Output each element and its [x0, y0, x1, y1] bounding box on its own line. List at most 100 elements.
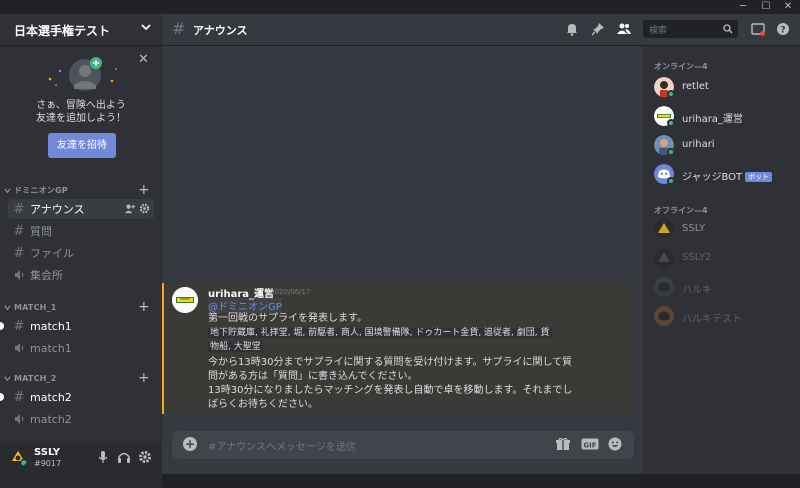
channel-label: アナウンス	[30, 203, 85, 216]
channel-label: 質問	[30, 225, 52, 238]
speaker-icon	[15, 270, 24, 280]
channel-announcements[interactable]: # アナウンス	[8, 199, 154, 219]
invite-line-1: さぁ、冒険へ出よう	[36, 100, 126, 111]
member-item[interactable]: ハルキ	[654, 275, 794, 299]
member-name: urihari	[682, 139, 715, 150]
member-list-icon[interactable]	[617, 22, 631, 36]
member-name-text: ジャッジBOT	[682, 172, 743, 183]
chevron-down-icon	[4, 187, 11, 193]
online-status-icon	[667, 119, 675, 127]
inline-code-block: 地下貯蔵庫, 礼拝堂, 堀, 前駆者, 商人, 国境警備隊, ドゥカート金貨, …	[208, 326, 616, 354]
member-item[interactable]: SSLY2	[654, 246, 794, 270]
voice-channel-meeting[interactable]: 集会所	[8, 265, 154, 285]
text-channel-icon: #	[13, 223, 25, 239]
channel-match1[interactable]: # match1	[0, 316, 154, 336]
speaker-icon	[15, 343, 24, 353]
category-match-1[interactable]: MATCH_1	[4, 300, 57, 314]
invite-text: さぁ、冒険へ出よう 友達を追加しよう！	[0, 99, 162, 125]
bell-icon[interactable]	[565, 22, 579, 36]
category-dominion-gp[interactable]: ドミニオンGP	[4, 183, 68, 197]
message-text: 問がある方は「質問」に書き込んでください。	[208, 371, 418, 382]
member-item[interactable]: SSLY	[654, 217, 794, 241]
voice-channel-match2[interactable]: match2	[8, 409, 154, 429]
composer-placeholder: #アナウンスへメッセージを送信	[208, 442, 356, 453]
avatar[interactable]	[172, 287, 198, 313]
close-window-button[interactable]: ✕	[777, 0, 799, 14]
message-text: 今から13時30分までサプライに関する質問を受け付けます。サプライに関して質	[208, 357, 573, 368]
pin-icon[interactable]	[591, 22, 605, 36]
svg-text:GIF: GIF	[583, 442, 596, 450]
add-channel-icon[interactable]: +	[138, 300, 150, 314]
channel-label: 集会所	[30, 269, 63, 282]
speaker-icon	[15, 414, 24, 424]
offline-header: オフライン—4	[654, 206, 708, 215]
svg-text:?: ?	[780, 26, 785, 36]
inbox-icon[interactable]	[751, 22, 765, 36]
online-status-icon	[667, 148, 675, 156]
chevron-down-icon	[141, 24, 151, 31]
avatar	[654, 248, 674, 268]
channel-label: match2	[30, 412, 72, 426]
channel-questions[interactable]: # 質問	[8, 221, 154, 241]
channel-label: ファイル	[30, 247, 74, 260]
invite-friends-button[interactable]: 友達を招待	[48, 133, 116, 158]
member-item[interactable]: ハルキテスト	[654, 304, 794, 328]
mention[interactable]: @ドミニオンGP	[208, 298, 282, 313]
avatar	[654, 219, 674, 239]
maximize-button[interactable]: ☐	[755, 0, 777, 14]
minimize-button[interactable]: ─	[732, 0, 754, 14]
member-item[interactable]: urihari	[654, 133, 794, 157]
voice-channel-match1[interactable]: match1	[8, 338, 154, 358]
member-name: SSLY2	[682, 252, 712, 263]
message-text: 第一回戦のサプライを発表します。	[208, 313, 367, 324]
emoji-icon[interactable]	[608, 437, 622, 451]
discord-default-avatar-icon	[654, 306, 674, 326]
text-channel-icon: #	[13, 245, 25, 261]
chevron-down-icon	[4, 375, 11, 381]
gif-icon[interactable]: GIF	[581, 437, 599, 451]
upload-plus-icon[interactable]: +	[183, 437, 197, 451]
help-icon[interactable]: ?	[776, 22, 790, 36]
online-status-icon	[667, 90, 675, 98]
add-channel-icon[interactable]: +	[138, 371, 150, 385]
category-label: MATCH_1	[14, 302, 57, 312]
search-input[interactable]: 検索	[643, 20, 738, 38]
channel-match2[interactable]: # match2	[0, 387, 154, 407]
message-timestamp: 2020/06/17	[270, 288, 311, 296]
server-header[interactable]: 日本選手権テスト	[0, 14, 162, 46]
microphone-icon[interactable]	[96, 450, 110, 464]
channel-title: アナウンス	[193, 24, 248, 37]
search-icon	[723, 24, 733, 34]
unread-indicator	[0, 322, 4, 330]
online-header: オンライン—4	[654, 62, 708, 71]
gear-icon[interactable]	[138, 450, 152, 464]
member-name: ハルキ	[682, 285, 712, 296]
close-icon[interactable]: ✕	[138, 52, 149, 67]
avatar[interactable]	[8, 447, 28, 467]
gift-icon[interactable]	[556, 437, 570, 451]
channel-files[interactable]: # ファイル	[8, 243, 154, 263]
add-channel-icon[interactable]: +	[138, 183, 150, 197]
gear-icon[interactable]	[139, 203, 150, 214]
search-placeholder: 検索	[649, 26, 668, 36]
invite-illustration-icon	[48, 57, 117, 91]
chevron-down-icon	[4, 304, 11, 310]
inline-code: 物船, 大聖堂	[208, 342, 263, 352]
text-channel-icon: #	[172, 19, 186, 38]
channel-sidebar: 日本選手権テスト ✕ さぁ、冒険へ出よう 友達を追加しよう！ 友達を招待 ドミニ…	[0, 14, 162, 488]
member-name: urihara_運営	[682, 114, 743, 125]
headphones-icon[interactable]	[117, 450, 131, 464]
member-item[interactable]: retlet	[654, 75, 794, 99]
invite-member-icon[interactable]	[124, 203, 135, 214]
member-name: SSLY	[682, 223, 706, 234]
invite-line-2: 友達を追加しよう！	[36, 113, 126, 124]
message-text: 13時30分になりましたらマッチングを発表し自動で卓を移動します。それまでし	[208, 385, 573, 396]
unread-indicator	[0, 393, 4, 401]
member-item[interactable]: ジャッジBOT ボット	[654, 162, 794, 186]
category-match-2[interactable]: MATCH_2	[4, 371, 57, 385]
user-tag: #9017	[34, 459, 62, 468]
member-name: retlet	[682, 81, 709, 92]
discord-default-avatar-icon	[654, 277, 674, 297]
member-item[interactable]: urihara_運営	[654, 104, 794, 128]
channel-label: match1	[30, 341, 72, 355]
